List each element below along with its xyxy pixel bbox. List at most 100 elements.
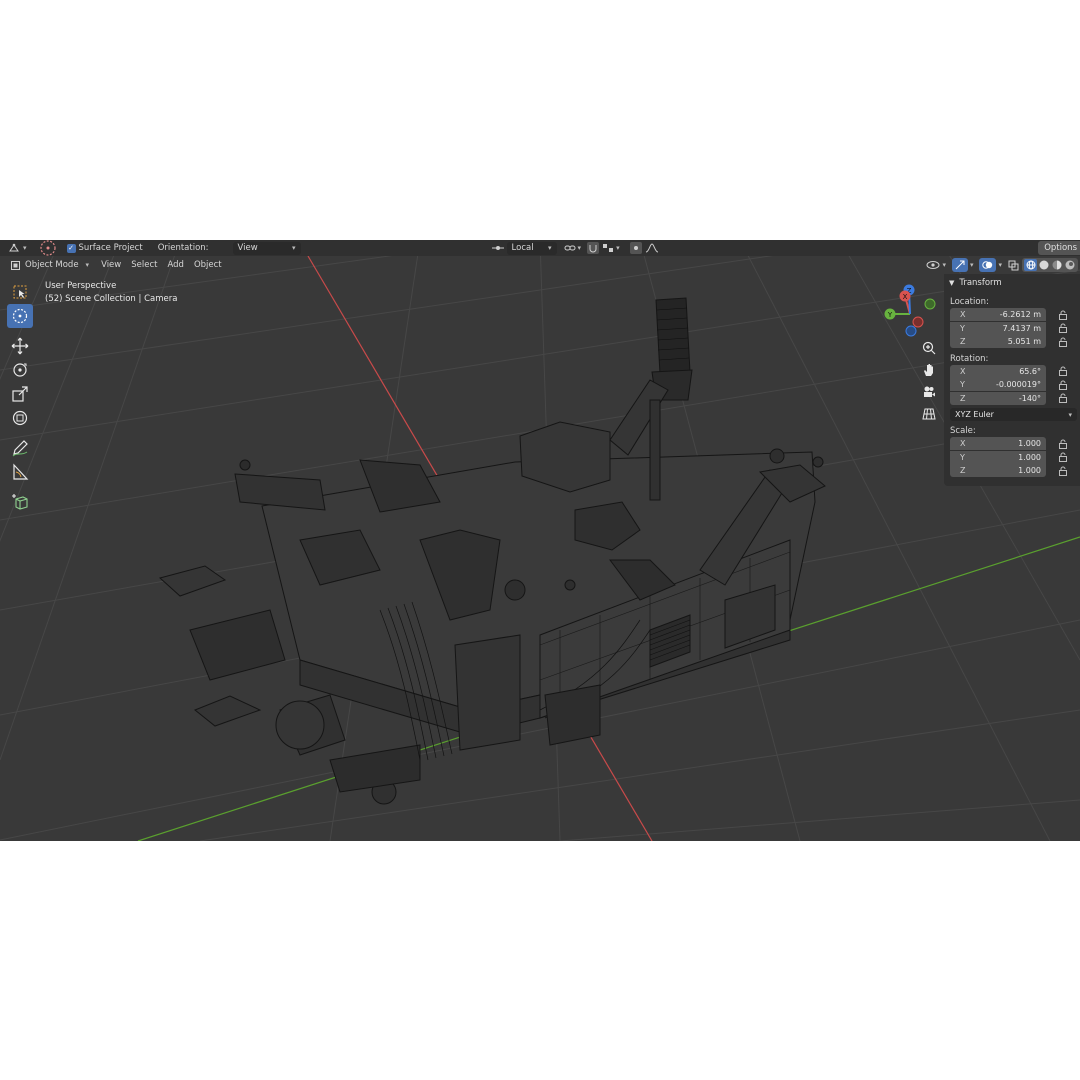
scale-z-field[interactable]: Z 1.000 xyxy=(950,464,1046,478)
scale-label: Scale: xyxy=(950,426,976,436)
rotation-x-value: 65.6° xyxy=(1019,366,1041,376)
orientation-value: View xyxy=(237,243,258,253)
visibility-button[interactable]: ▾ xyxy=(923,258,949,272)
lock-icon[interactable] xyxy=(1058,310,1068,320)
shading-buttons xyxy=(1022,258,1078,272)
transform-pivot-button[interactable] xyxy=(489,241,507,255)
scale-y-field[interactable]: Y 1.000 xyxy=(950,450,1046,464)
select-box-tool[interactable] xyxy=(7,280,33,304)
chevron-down-icon: ▾ xyxy=(577,244,582,252)
location-x-value: -6.2612 m xyxy=(999,310,1041,320)
lock-icon[interactable] xyxy=(1058,366,1068,377)
annotate-tool[interactable] xyxy=(7,436,33,460)
rotation-mode-dropdown[interactable]: XYZ Euler ▾ xyxy=(950,408,1077,421)
chevron-down-icon: ▾ xyxy=(998,261,1002,269)
orientation-dropdown[interactable]: View ▾ xyxy=(232,241,301,255)
menu-object[interactable]: Object xyxy=(189,260,227,270)
add-cube-tool[interactable] xyxy=(7,490,33,514)
overlays-button[interactable]: ▾ xyxy=(976,258,1005,272)
camera-view-button[interactable] xyxy=(919,382,939,402)
select-circle-tool[interactable] xyxy=(7,304,33,328)
proportional-edit-button[interactable] xyxy=(627,241,662,255)
robot-model[interactable] xyxy=(158,297,826,805)
xray-toggle[interactable] xyxy=(1005,258,1022,272)
mode-dropdown[interactable]: Object Mode ▾ xyxy=(7,258,92,272)
options-label: Options xyxy=(1044,243,1077,253)
chevron-down-icon: ▾ xyxy=(1068,410,1072,419)
transform-panel-header[interactable]: ▼ Transform xyxy=(944,274,1080,292)
axis-label: Z xyxy=(960,337,966,347)
rotate-icon xyxy=(13,363,27,377)
mode-label: Object Mode xyxy=(25,260,79,270)
menu-add[interactable]: Add xyxy=(162,260,188,270)
pivot-value: Local xyxy=(511,243,534,253)
transform-tool[interactable] xyxy=(7,406,33,430)
tool-header: ▾ ✓ Surface Project Orientation: View ▾ … xyxy=(0,240,1080,256)
lock-icon[interactable] xyxy=(1058,337,1068,347)
hand-icon xyxy=(924,364,933,376)
gizmo-y-label: Y xyxy=(887,311,893,319)
rotate-tool[interactable] xyxy=(7,358,33,382)
snap-target-button[interactable]: ▾ xyxy=(584,241,623,255)
rotation-x-field[interactable]: X 65.6° xyxy=(950,364,1046,378)
chevron-down-icon: ▾ xyxy=(85,261,90,269)
lock-icon[interactable] xyxy=(1058,439,1068,449)
select-circle-icon xyxy=(12,308,28,324)
zoom-icon xyxy=(922,341,936,355)
gizmo-toggle-button[interactable]: ▾ xyxy=(949,258,977,272)
transform-orientation-dropdown[interactable]: Local ▾ xyxy=(506,241,557,255)
measure-tool[interactable] xyxy=(7,460,33,484)
falloff-curve-icon xyxy=(645,243,658,253)
viewport-header: Object Mode ▾ View Select Add Object ▾ ▾ xyxy=(0,256,1080,274)
lock-icon[interactable] xyxy=(1058,393,1068,404)
snap-button[interactable]: ▾ xyxy=(561,241,585,255)
lock-icon[interactable] xyxy=(1058,380,1068,390)
rotation-x-row: X 65.6° xyxy=(944,364,1080,379)
location-x-field[interactable]: X -6.2612 m xyxy=(950,308,1046,322)
editor-type-button[interactable]: ▾ xyxy=(6,241,30,255)
perspective-label: User Perspective xyxy=(45,281,117,291)
menu-view[interactable]: View xyxy=(96,260,126,270)
navigation-gizmo[interactable]: Z X Y xyxy=(880,284,940,344)
axis-label: X xyxy=(960,366,966,376)
move-arrows-icon xyxy=(11,337,29,355)
lock-icon[interactable] xyxy=(1058,466,1068,476)
scale-y-value: 1.000 xyxy=(1018,452,1041,462)
scale-tool[interactable] xyxy=(7,382,33,406)
location-y-field[interactable]: Y 7.4137 m xyxy=(950,321,1046,335)
rotation-y-field[interactable]: Y -0.000019° xyxy=(950,378,1046,392)
gizmo-neg-z-handle[interactable] xyxy=(905,325,917,337)
collection-label: (52) Scene Collection | Camera xyxy=(45,293,178,304)
viewport-editor-icon xyxy=(9,243,19,252)
gizmo-neg-y-handle[interactable] xyxy=(924,298,936,310)
tool-shelf xyxy=(7,280,33,514)
solid-sphere-icon[interactable] xyxy=(1038,259,1050,271)
gizmo-toggle-active xyxy=(951,258,968,272)
scale-x-field[interactable]: X 1.000 xyxy=(950,437,1046,451)
tool-icon-button[interactable] xyxy=(36,240,60,256)
gizmo-x-label: X xyxy=(903,293,908,301)
lock-icon[interactable] xyxy=(1058,323,1068,334)
lock-icon[interactable] xyxy=(1058,452,1068,463)
menu-select[interactable]: Select xyxy=(126,260,162,270)
options-button[interactable]: Options xyxy=(1038,241,1080,255)
ortho-toggle-button[interactable] xyxy=(919,404,939,424)
wireframe-shading-button[interactable] xyxy=(1024,259,1037,271)
chevron-down-icon: ▾ xyxy=(292,244,296,252)
material-sphere-icon[interactable] xyxy=(1051,259,1063,271)
zoom-button[interactable] xyxy=(919,338,939,358)
axis-label: X xyxy=(960,310,966,320)
surface-project-toggle[interactable]: ✓ Surface Project xyxy=(64,241,146,255)
location-z-field[interactable]: Z 5.051 m xyxy=(950,335,1046,349)
pan-button[interactable] xyxy=(919,360,939,380)
axis-label: Y xyxy=(960,452,965,462)
axis-label: Y xyxy=(960,323,965,333)
location-z-value: 5.051 m xyxy=(1007,337,1041,347)
gizmo-neg-x-handle[interactable] xyxy=(912,316,924,328)
xray-icon xyxy=(1008,260,1019,270)
rotation-z-field[interactable]: Z -140° xyxy=(950,391,1046,405)
collapse-arrow-icon: ▼ xyxy=(949,279,955,287)
move-tool[interactable] xyxy=(7,334,33,358)
orientation-label: Orientation: xyxy=(157,243,209,253)
rendered-sphere-icon[interactable] xyxy=(1064,259,1076,271)
